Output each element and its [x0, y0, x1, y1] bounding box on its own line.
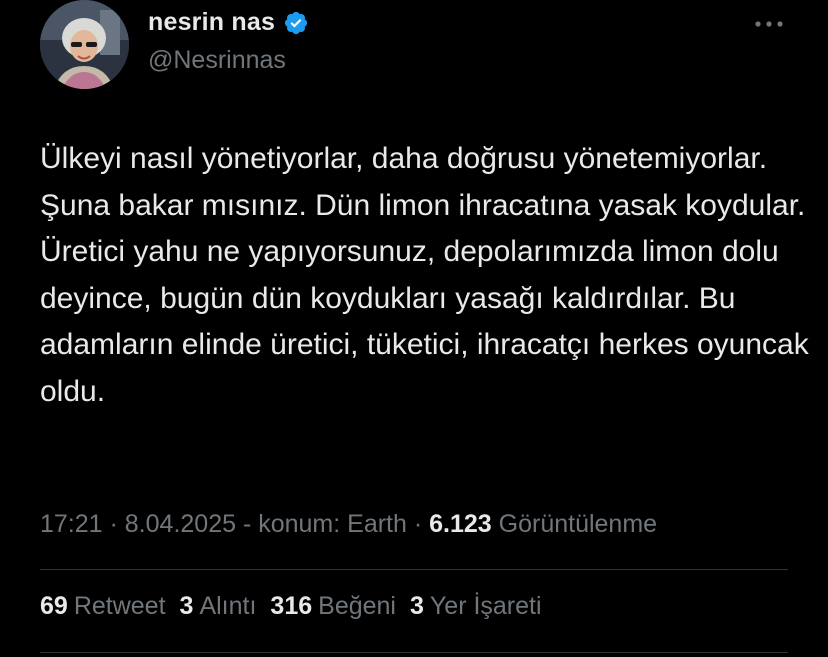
- engagement-stats: 69 Retweet 3 Alıntı 316 Beğeni 3 Yer İşareti: [40, 592, 556, 621]
- retweets-stat[interactable]: 69 Retweet: [40, 592, 166, 621]
- tweet-time[interactable]: 17:21: [40, 510, 103, 538]
- quotes-count: 3: [179, 592, 194, 620]
- meta-separator: ·: [102, 510, 125, 538]
- tweet-date[interactable]: 8.04.2025: [125, 510, 236, 538]
- likes-stat[interactable]: 316 Beğeni: [270, 592, 396, 621]
- bookmarks-stat[interactable]: 3 Yer İşareti: [410, 592, 542, 621]
- more-options-icon[interactable]: [753, 14, 785, 34]
- likes-count: 316: [270, 592, 313, 620]
- tweet-text: Ülkeyi nasıl yönetiyorlar, daha doğrusu …: [40, 142, 809, 408]
- retweets-label: Retweet: [73, 592, 166, 620]
- bookmarks-count: 3: [410, 592, 424, 620]
- likes-label: Beğeni: [318, 592, 396, 620]
- avatar[interactable]: [40, 0, 129, 89]
- retweets-count: 69: [40, 592, 68, 620]
- meta-separator: ·: [406, 510, 430, 538]
- quotes-label: Alıntı: [199, 592, 257, 620]
- tweet-meta: 17:21 · 8.04.2025 - konum: Earth · 6.123…: [40, 510, 657, 539]
- avatar-image: [40, 0, 129, 89]
- tweet-location: - konum: Earth: [236, 510, 407, 538]
- name-row: nesrin nas: [148, 8, 309, 37]
- divider: [40, 652, 788, 653]
- tweet-header: nesrin nas @Nesrinnas: [40, 0, 828, 100]
- bookmarks-label: Yer İşareti: [429, 592, 542, 620]
- user-handle[interactable]: @Nesrinnas: [148, 46, 286, 75]
- views-count: 6.123: [429, 510, 492, 538]
- views-label: Görüntülenme: [498, 510, 658, 538]
- quotes-stat[interactable]: 3 Alıntı: [180, 592, 257, 621]
- divider: [40, 569, 788, 570]
- display-name[interactable]: nesrin nas: [148, 8, 275, 37]
- verified-badge-icon[interactable]: [283, 10, 309, 36]
